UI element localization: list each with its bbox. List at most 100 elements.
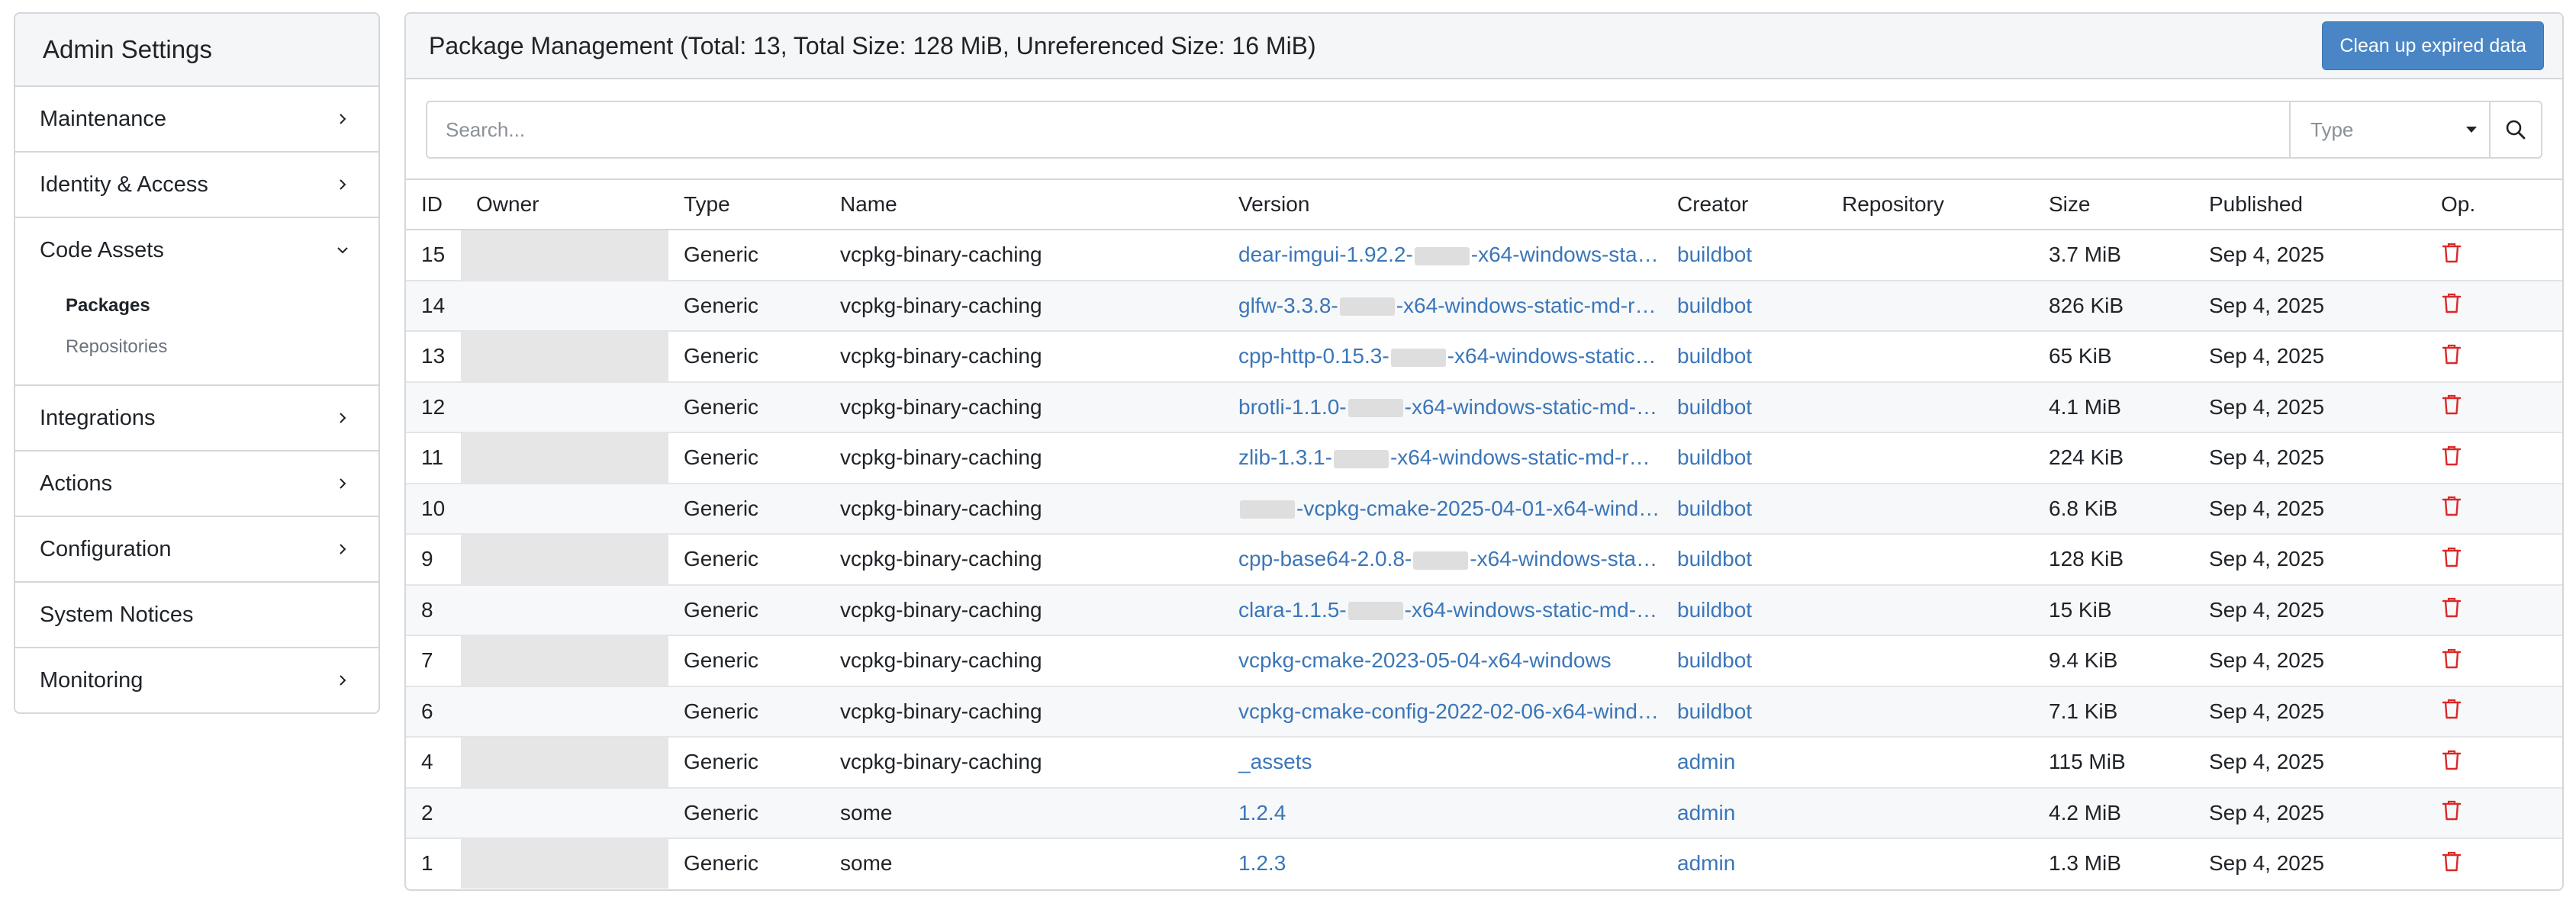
search-input[interactable]	[427, 102, 2289, 157]
cell-version-link[interactable]: glfw-3.3.8- -x64-windows-static-md-releas…	[1223, 280, 1662, 332]
cleanup-expired-button[interactable]: Clean up expired data	[2322, 21, 2544, 70]
cell-size: 9.4 KiB	[2033, 635, 2194, 687]
column-header-owner[interactable]: Owner	[461, 180, 668, 230]
sidebar-subitem-repositories[interactable]: Repositories	[66, 326, 378, 368]
cell-creator-link[interactable]: admin	[1662, 787, 1827, 839]
trash-icon[interactable]	[2441, 748, 2462, 771]
column-header-creator[interactable]: Creator	[1662, 180, 1827, 230]
trash-icon[interactable]	[2441, 596, 2462, 619]
cell-id: 4	[406, 737, 461, 789]
cell-version-link[interactable]: vcpkg-cmake-config-2022-02-06-x64-window…	[1223, 686, 1662, 738]
cell-published: Sep 4, 2025	[2194, 280, 2426, 332]
chevron-right-icon	[333, 109, 353, 129]
cell-creator-link[interactable]: buildbot	[1662, 686, 1827, 738]
table-row: 6 Generic vcpkg-binary-caching vcpkg-cmake-…	[406, 686, 2562, 738]
cell-version-link[interactable]: brotli-1.1.0- -x64-windows-static-md-rele…	[1223, 381, 1662, 433]
column-header-published[interactable]: Published	[2194, 180, 2426, 230]
redacted-block	[1240, 500, 1295, 519]
table-row: 1 Generic some 1.2.3 admin 1.3 MiB Sep 4, 2025	[406, 838, 2562, 889]
cell-creator-link[interactable]: buildbot	[1662, 280, 1827, 332]
cell-type: Generic	[668, 534, 825, 586]
cell-owner-redacted	[461, 331, 668, 383]
cell-version-link[interactable]: -vcpkg-cmake-2025-04-01-x64-windows	[1223, 483, 1662, 535]
search-button[interactable]	[2489, 102, 2541, 157]
sidebar-item-monitoring[interactable]: Monitoring	[15, 648, 378, 712]
sidebar-item-label: Code Assets	[40, 237, 164, 262]
cell-creator-link[interactable]: buildbot	[1662, 483, 1827, 535]
cell-version-link[interactable]: zlib-1.3.1- -x64-windows-static-md-releas…	[1223, 432, 1662, 484]
cell-version-link[interactable]: 1.2.4	[1223, 787, 1662, 839]
cell-op	[2426, 331, 2562, 383]
column-header-type[interactable]: Type	[668, 180, 825, 230]
trash-icon[interactable]	[2441, 850, 2462, 873]
cell-creator-link[interactable]: buildbot	[1662, 534, 1827, 586]
cell-version-link[interactable]: cpp-http-0.15.3- -x64-windows-static-md-r…	[1223, 331, 1662, 383]
page-title: Package Management (Total: 13, Total Siz…	[429, 31, 1316, 59]
cell-size: 115 MiB	[2033, 737, 2194, 789]
cell-size: 4.2 MiB	[2033, 787, 2194, 839]
sidebar-item-label: Configuration	[40, 536, 172, 561]
cell-op	[2426, 686, 2562, 738]
trash-icon[interactable]	[2441, 697, 2462, 720]
column-header-repository[interactable]: Repository	[1827, 180, 2033, 230]
trash-icon[interactable]	[2441, 799, 2462, 821]
trash-icon[interactable]	[2441, 393, 2462, 416]
sidebar-item-label: Identity & Access	[40, 172, 208, 197]
cell-creator-link[interactable]: buildbot	[1662, 635, 1827, 687]
cell-version-link[interactable]: cpp-base64-2.0.8- -x64-windows-static-md-…	[1223, 534, 1662, 586]
cell-version-link[interactable]: 1.2.3	[1223, 838, 1662, 889]
cell-owner-redacted	[461, 787, 668, 839]
cell-owner-redacted	[461, 737, 668, 789]
trash-icon[interactable]	[2441, 545, 2462, 568]
sidebar-item-code-assets[interactable]: Code Assets	[15, 218, 378, 282]
cell-version-link[interactable]: clara-1.1.5- -x64-windows-static-md-relea…	[1223, 584, 1662, 636]
cell-creator-link[interactable]: buildbot	[1662, 432, 1827, 484]
version-suffix: -x64-windows-static-md-release	[1470, 547, 1662, 571]
column-header-id[interactable]: ID	[406, 180, 461, 230]
cell-creator-link[interactable]: admin	[1662, 737, 1827, 789]
sidebar-item-actions[interactable]: Actions	[15, 452, 378, 517]
type-select[interactable]: Type	[2289, 102, 2489, 157]
trash-icon[interactable]	[2441, 291, 2462, 314]
cell-creator-link[interactable]: admin	[1662, 838, 1827, 889]
column-header-name[interactable]: Name	[825, 180, 1223, 230]
trash-icon[interactable]	[2441, 342, 2462, 365]
version-prefix: vcpkg-cmake-2023-05-04-x64-windows	[1238, 648, 1612, 673]
cell-creator-link[interactable]: buildbot	[1662, 584, 1827, 636]
sidebar-item-label: Maintenance	[40, 106, 167, 131]
cell-published: Sep 4, 2025	[2194, 230, 2426, 281]
sidebar-item-maintenance[interactable]: Maintenance	[15, 87, 378, 153]
cell-id: 15	[406, 230, 461, 281]
column-header-size[interactable]: Size	[2033, 180, 2194, 230]
sidebar-subitem-packages[interactable]: Packages	[66, 285, 378, 326]
sidebar-item-integrations[interactable]: Integrations	[15, 386, 378, 452]
redacted-block	[1348, 399, 1403, 418]
packages-table: ID Owner Type Name Version Creator Repos…	[406, 180, 2562, 889]
cell-version-link[interactable]: vcpkg-cmake-2023-05-04-x64-windows	[1223, 635, 1662, 687]
cell-creator-link[interactable]: buildbot	[1662, 381, 1827, 433]
cell-id: 1	[421, 851, 433, 876]
column-header-version[interactable]: Version	[1223, 180, 1662, 230]
version-prefix: dear-imgui-1.92.2-	[1238, 243, 1413, 267]
cell-published: Sep 4, 2025	[2194, 737, 2426, 789]
trash-icon[interactable]	[2441, 647, 2462, 670]
sidebar-item-identity-access[interactable]: Identity & Access	[15, 153, 378, 218]
cell-version-link[interactable]: _assets	[1223, 737, 1662, 789]
cell-owner-redacted	[461, 838, 668, 889]
cell-owner-redacted	[461, 584, 668, 636]
sidebar-item-configuration[interactable]: Configuration	[15, 517, 378, 583]
sidebar-item-system-notices[interactable]: System Notices	[15, 583, 378, 648]
sidebar-group-code-assets: Code Assets Packages Repositories	[15, 218, 378, 386]
version-suffix: -x64-windows-static-md-release	[1389, 445, 1662, 470]
table-row: 2 Generic some 1.2.4 admin 4.2 MiB Sep 4, 2025	[406, 787, 2562, 839]
trash-icon[interactable]	[2441, 241, 2462, 264]
cell-repository	[1827, 534, 2033, 586]
cell-type: Generic	[668, 381, 825, 433]
sidebar-item-label: Monitoring	[40, 667, 143, 693]
cell-version-link[interactable]: dear-imgui-1.92.2- -x64-windows-static-md…	[1223, 230, 1662, 281]
trash-icon[interactable]	[2441, 444, 2462, 467]
cell-size: 3.7 MiB	[2033, 230, 2194, 281]
cell-creator-link[interactable]: buildbot	[1662, 230, 1827, 281]
cell-creator-link[interactable]: buildbot	[1662, 331, 1827, 383]
trash-icon[interactable]	[2441, 494, 2462, 517]
